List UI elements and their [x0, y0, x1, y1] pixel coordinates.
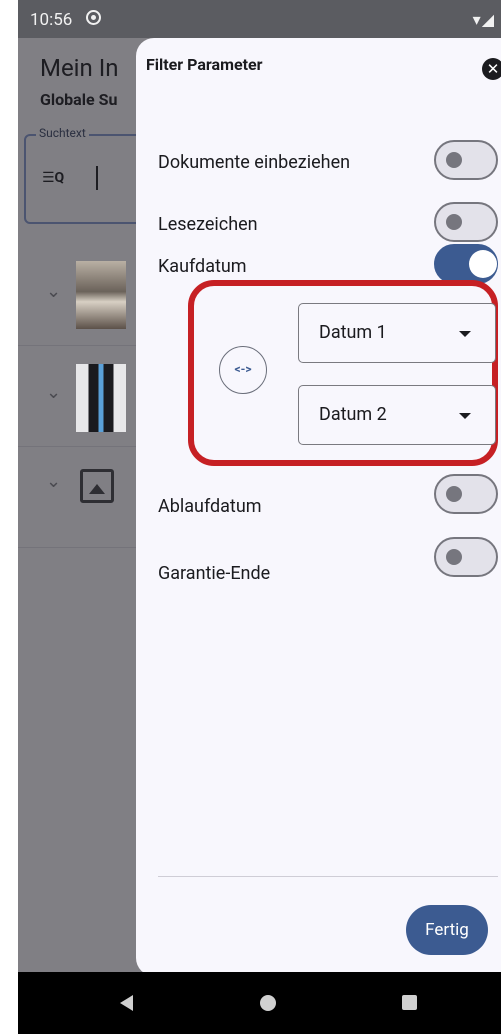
home-icon[interactable] [260, 995, 276, 1011]
toggle-lesezeichen[interactable] [434, 202, 498, 242]
caret-down-icon [459, 331, 471, 337]
filter-label: Garantie-Ende [158, 563, 271, 584]
date-1-dropdown[interactable]: Datum 1 [298, 303, 496, 363]
filter-label: Lesezeichen [158, 214, 258, 235]
list-item[interactable]: ⌄ [18, 447, 148, 548]
phone-screen: 10:56 ▾◢ Mein In Globale Su Suchtext ☰Q … [18, 0, 501, 1034]
chevron-down-icon[interactable]: ⌄ [46, 471, 61, 492]
dialog-divider [158, 876, 498, 877]
chevron-down-icon[interactable]: ⌄ [46, 281, 61, 302]
toggle-dokumente[interactable] [434, 140, 498, 180]
list-item[interactable]: ⌄ [18, 346, 148, 447]
date-1-value: Datum 1 [319, 322, 387, 343]
filter-row-ablaufdatum: Ablaufdatum [158, 474, 498, 518]
navigation-bar [18, 972, 501, 1034]
list-item[interactable]: ⌄ [18, 245, 148, 346]
chevron-down-icon[interactable]: ⌄ [46, 382, 61, 403]
filter-label: Dokumente einbeziehen [158, 152, 351, 173]
app-subtitle: Globale Su [40, 90, 118, 109]
search-filter-icon: ☰Q [42, 170, 65, 186]
item-thumbnail [76, 261, 126, 329]
image-placeholder-icon [80, 469, 114, 503]
toggle-knob [446, 549, 462, 565]
dialog-title: Filter Parameter [146, 55, 263, 74]
toggle-ablaufdatum[interactable] [434, 474, 498, 514]
toggle-garantie[interactable] [434, 537, 498, 577]
recents-icon[interactable] [402, 995, 417, 1010]
date-2-dropdown[interactable]: Datum 2 [298, 385, 496, 445]
text-cursor [96, 166, 98, 190]
search-field-label: Suchtext [36, 126, 89, 140]
toggle-kaufdatum[interactable] [434, 244, 498, 284]
caret-down-icon [459, 413, 471, 419]
app-title: Mein In [40, 54, 119, 82]
date-2-value: Datum 2 [319, 404, 387, 425]
back-icon[interactable] [120, 995, 133, 1011]
toggle-knob [446, 486, 462, 502]
done-button[interactable]: Fertig [406, 905, 488, 955]
signal-battery-icon: ▾◢ [472, 10, 495, 29]
filter-dialog: Filter Parameter ✕ Dokumente einbeziehen… [136, 38, 501, 976]
toggle-knob [469, 250, 497, 278]
filter-row-garantie: Garantie-Ende [158, 537, 498, 584]
filter-row-lesezeichen: Lesezeichen [158, 202, 498, 246]
toggle-knob [446, 152, 462, 168]
sync-icon [86, 10, 101, 25]
filter-label: Kaufdatum [158, 256, 247, 277]
status-bar: 10:56 ▾◢ [18, 0, 501, 38]
filter-label: Ablaufdatum [158, 496, 262, 517]
swap-dates-button[interactable]: <-> [219, 346, 267, 394]
close-icon[interactable]: ✕ [482, 58, 501, 80]
status-time: 10:56 [30, 10, 73, 30]
toggle-knob [446, 214, 462, 230]
filter-row-dokumente: Dokumente einbeziehen [158, 140, 498, 184]
item-thumbnail [76, 364, 126, 432]
